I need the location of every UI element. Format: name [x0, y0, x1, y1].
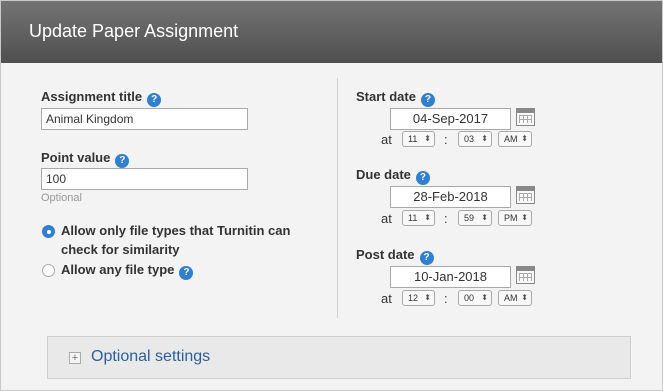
time-colon: : [444, 132, 448, 147]
assignment-title-input[interactable] [41, 108, 248, 130]
start-minute-select[interactable]: 03 ⬍ [458, 131, 492, 147]
allow-turnitin-types-radio[interactable] [42, 225, 55, 238]
start-date-input[interactable]: 04-Sep-2017 [390, 108, 511, 130]
due-minute-select[interactable]: 59 ⬍ [458, 210, 492, 226]
due-hour-select[interactable]: 11 ⬍ [402, 210, 435, 226]
allow-any-type-label-text: Allow any file type [61, 262, 175, 277]
due-ampm-select[interactable]: PM ⬍ [498, 210, 532, 226]
calendar-icon[interactable] [516, 108, 535, 126]
allow-turnitin-types-line1: Allow only file types that Turnitin can [61, 223, 291, 238]
help-icon[interactable]: ? [179, 266, 194, 280]
select-arrows-icon: ⬍ [481, 134, 488, 143]
help-icon[interactable]: ? [420, 93, 435, 107]
due-hour-value: 11 [408, 213, 418, 223]
update-assignment-dialog: Update Paper Assignment Assignment title… [0, 0, 663, 391]
time-colon: : [444, 211, 448, 226]
select-arrows-icon: ⬍ [424, 134, 431, 143]
select-arrows-icon: ⬍ [424, 213, 431, 222]
point-value-input[interactable] [41, 168, 248, 190]
optional-settings-panel[interactable]: + Optional settings [47, 336, 631, 379]
calendar-icon[interactable] [516, 266, 535, 284]
allow-any-type-label[interactable]: Allow any file type? [61, 260, 194, 280]
start-minute-value: 03 [464, 134, 475, 144]
post-date-label-text: Post date [356, 247, 415, 262]
help-icon[interactable]: ? [415, 171, 430, 185]
start-ampm-value: AM [504, 134, 518, 144]
assignment-title-label: Assignment title? [41, 89, 162, 107]
allow-turnitin-types-line2: check for similarity [61, 242, 180, 257]
due-at-label: at [381, 211, 392, 226]
post-ampm-select[interactable]: AM ⬍ [498, 290, 532, 306]
due-date-label: Due date? [356, 167, 430, 185]
start-at-label: at [381, 132, 392, 147]
post-date-input[interactable]: 10-Jan-2018 [390, 266, 511, 288]
dialog-header: Update Paper Assignment [1, 1, 662, 63]
allow-any-type-radio[interactable] [42, 264, 55, 277]
post-minute-select[interactable]: 00 ⬍ [458, 290, 492, 306]
due-date-input[interactable]: 28-Feb-2018 [390, 186, 511, 208]
start-hour-value: 11 [408, 134, 418, 144]
allow-turnitin-types-label[interactable]: Allow only file types that Turnitin can … [61, 221, 290, 259]
start-hour-select[interactable]: 11 ⬍ [402, 131, 435, 147]
due-minute-value: 59 [464, 213, 475, 223]
point-value-hint: Optional [41, 192, 82, 204]
due-ampm-value: PM [504, 213, 518, 223]
select-arrows-icon: ⬍ [521, 213, 528, 222]
post-date-label: Post date? [356, 247, 434, 265]
select-arrows-icon: ⬍ [481, 293, 488, 302]
post-ampm-value: AM [504, 293, 518, 303]
assignment-title-label-text: Assignment title [41, 89, 143, 104]
post-hour-select[interactable]: 12 ⬍ [402, 290, 435, 306]
dialog-title: Update Paper Assignment [29, 21, 239, 41]
start-date-label: Start date? [356, 89, 435, 107]
calendar-icon[interactable] [516, 186, 535, 204]
select-arrows-icon: ⬍ [521, 293, 528, 302]
post-at-label: at [381, 291, 392, 306]
point-value-label-text: Point value [41, 150, 111, 165]
start-date-label-text: Start date [356, 89, 416, 104]
point-value-label: Point value? [41, 150, 130, 168]
help-icon[interactable]: ? [147, 93, 162, 107]
help-icon[interactable]: ? [115, 154, 130, 168]
select-arrows-icon: ⬍ [521, 134, 528, 143]
due-date-label-text: Due date [356, 167, 411, 182]
column-divider [337, 78, 338, 318]
time-colon: : [444, 291, 448, 306]
post-minute-value: 00 [464, 293, 475, 303]
help-icon[interactable]: ? [419, 251, 434, 265]
expand-plus-icon[interactable]: + [69, 352, 81, 364]
optional-settings-link[interactable]: Optional settings [91, 348, 210, 366]
start-ampm-select[interactable]: AM ⬍ [498, 131, 532, 147]
post-hour-value: 12 [408, 293, 419, 303]
select-arrows-icon: ⬍ [481, 213, 488, 222]
select-arrows-icon: ⬍ [424, 293, 431, 302]
